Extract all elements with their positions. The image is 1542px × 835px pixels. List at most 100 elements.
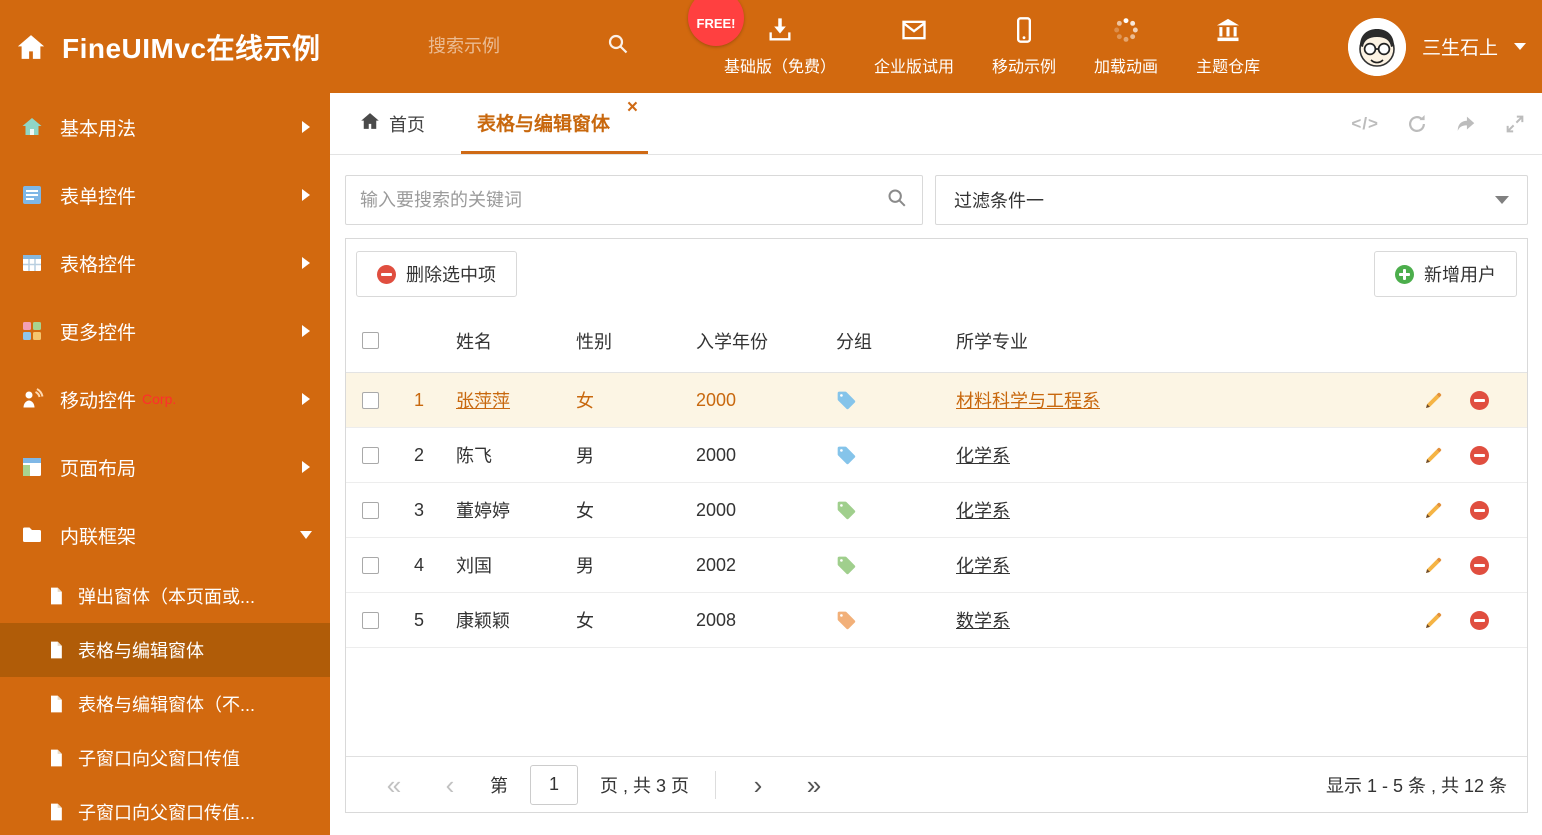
col-header-year: 入学年份 [696, 331, 768, 352]
table-row[interactable]: 2 陈飞 男 2000 化学系 [346, 428, 1527, 483]
nav-item-theme-repository[interactable]: 主题仓库 [1196, 16, 1260, 77]
source-code-icon[interactable]: </> [1351, 114, 1379, 134]
delete-icon[interactable] [1470, 555, 1489, 575]
close-icon[interactable]: × [627, 98, 638, 117]
major-link[interactable]: 数学系 [956, 611, 1010, 631]
col-header-major: 所学专业 [956, 331, 1028, 352]
delete-icon[interactable] [1470, 390, 1489, 410]
chevron-down-icon [1495, 196, 1509, 204]
row-checkbox[interactable] [361, 611, 379, 629]
sidebar-item-page-layout[interactable]: 页面布局 [0, 433, 330, 501]
form-icon [20, 183, 44, 207]
major-link[interactable]: 化学系 [956, 501, 1010, 521]
sidebar-item-form-controls[interactable]: 表单控件 [0, 161, 330, 229]
nav-item-loading-animations[interactable]: 加载动画 [1094, 16, 1158, 77]
tab-home[interactable]: 首页 [360, 93, 425, 154]
file-icon [46, 748, 66, 768]
nav-item-mobile-examples[interactable]: 移动示例 [992, 16, 1056, 77]
cell-year: 2002 [696, 554, 737, 575]
sidebar-item-basic-usage[interactable]: 基本用法 [0, 93, 330, 161]
page-number-input[interactable] [530, 764, 578, 805]
envelope-icon [900, 16, 928, 44]
open-new-window-icon[interactable] [1455, 113, 1477, 135]
next-page-button[interactable]: › [730, 772, 786, 798]
header-nav: 基础版（免费） 企业版试用 移动示例 加载动画 主题仓库 [724, 0, 1260, 93]
mobile-icon [1010, 16, 1038, 44]
row-number: 5 [413, 609, 424, 630]
tag-icon [836, 390, 856, 410]
row-checkbox[interactable] [361, 501, 379, 519]
col-header-gender: 性别 [576, 331, 612, 352]
add-user-button[interactable]: 新增用户 [1374, 251, 1517, 297]
home-icon [360, 111, 380, 136]
plus-circle-icon [1395, 264, 1414, 284]
window-actions: </> [1351, 93, 1526, 155]
table-header-row: 姓名 性别 入学年份 分组 所学专业 [346, 309, 1527, 373]
page-suffix-label: 页 , 共 3 页 [600, 775, 690, 796]
major-link[interactable]: 化学系 [956, 446, 1010, 466]
header-search-input[interactable] [428, 36, 588, 57]
edit-icon[interactable] [1423, 610, 1444, 631]
sidebar-item-grid-controls[interactable]: 表格控件 [0, 229, 330, 297]
file-icon [46, 586, 66, 606]
delete-icon[interactable] [1470, 445, 1489, 465]
search-icon[interactable] [886, 187, 908, 214]
cell-year: 2000 [696, 389, 737, 410]
spinner-icon [1112, 16, 1140, 44]
tab-grid-edit-window[interactable]: 表格与编辑窗体 × [461, 93, 649, 154]
search-icon[interactable] [606, 32, 630, 61]
pagination-bar: « ‹ 第 页 , 共 3 页 › » 显示 1 - 5 条 , 共 12 条 [346, 756, 1527, 812]
table-row[interactable]: 3 董婷婷 女 2000 化学系 [346, 483, 1527, 538]
major-link[interactable]: 化学系 [956, 556, 1010, 576]
delete-selected-button[interactable]: 删除选中项 [356, 251, 517, 297]
row-number: 4 [413, 554, 424, 575]
prev-page-button[interactable]: ‹ [422, 772, 478, 798]
sidebar-subitem-popup-window[interactable]: 弹出窗体（本页面或... [0, 569, 330, 623]
edit-icon[interactable] [1423, 390, 1444, 411]
edit-icon[interactable] [1423, 445, 1444, 466]
table-row[interactable]: 4 刘国 男 2002 化学系 [346, 538, 1527, 593]
cell-name: 康颖颖 [456, 611, 510, 631]
last-page-button[interactable]: » [786, 772, 842, 798]
tag-icon [836, 610, 856, 630]
sidebar-subitem-child-to-parent-2[interactable]: 子窗口向父窗口传值... [0, 785, 330, 835]
sidebar-item-more-controls[interactable]: 更多控件 [0, 297, 330, 365]
delete-icon[interactable] [1470, 500, 1489, 520]
row-number: 2 [413, 444, 424, 465]
table-row[interactable]: 1 张萍萍 女 2000 材料科学与工程系 [346, 373, 1527, 428]
refresh-icon[interactable] [1406, 113, 1428, 135]
edit-icon[interactable] [1423, 555, 1444, 576]
cell-gender: 男 [576, 446, 594, 466]
edit-icon[interactable] [1423, 500, 1444, 521]
cell-name[interactable]: 张萍萍 [444, 387, 564, 413]
main-area: 首页 表格与编辑窗体 × </> 输入要搜索的关键词 过滤条件一 删除选中项 新… [330, 93, 1542, 835]
keyword-search-input[interactable] [360, 189, 886, 211]
cell-year: 2000 [696, 444, 737, 465]
sidebar-subitem-child-to-parent[interactable]: 子窗口向父窗口传值 [0, 731, 330, 785]
select-all-checkbox[interactable] [361, 332, 379, 349]
sidebar-item-mobile-controls[interactable]: 移动控件 Corp. [0, 365, 330, 433]
user-menu[interactable]: 三生石上 [1347, 0, 1526, 93]
sidebar-item-iframe[interactable]: 内联框架 [0, 501, 330, 569]
home-icon[interactable] [16, 32, 46, 62]
row-checkbox[interactable] [361, 391, 379, 409]
mobile-signal-icon [20, 387, 44, 411]
cell-name: 陈飞 [456, 446, 492, 466]
delete-icon[interactable] [1470, 610, 1489, 630]
sidebar-subitem-grid-edit-window-2[interactable]: 表格与编辑窗体（不... [0, 677, 330, 731]
sidebar-subitem-grid-edit-window[interactable]: 表格与编辑窗体 [0, 623, 330, 677]
major-link[interactable]: 材料科学与工程系 [956, 391, 1100, 411]
maximize-icon[interactable] [1504, 113, 1526, 135]
first-page-button[interactable]: « [366, 772, 422, 798]
cell-name: 董婷婷 [456, 501, 510, 521]
table-row[interactable]: 5 康颖颖 女 2008 数学系 [346, 593, 1527, 648]
cell-gender: 女 [576, 611, 594, 631]
row-checkbox[interactable] [361, 446, 379, 464]
top-header: FineUIMvc在线示例 FREE! 基础版（免费） 企业版试用 [0, 0, 1542, 93]
filter-dropdown[interactable]: 过滤条件一 [935, 175, 1528, 225]
app-root: FineUIMvc在线示例 FREE! 基础版（免费） 企业版试用 [0, 0, 1542, 835]
cell-year: 2008 [696, 609, 737, 630]
nav-item-enterprise-trial[interactable]: 企业版试用 [874, 16, 954, 77]
row-checkbox[interactable] [361, 556, 379, 574]
bank-icon [1214, 16, 1242, 44]
